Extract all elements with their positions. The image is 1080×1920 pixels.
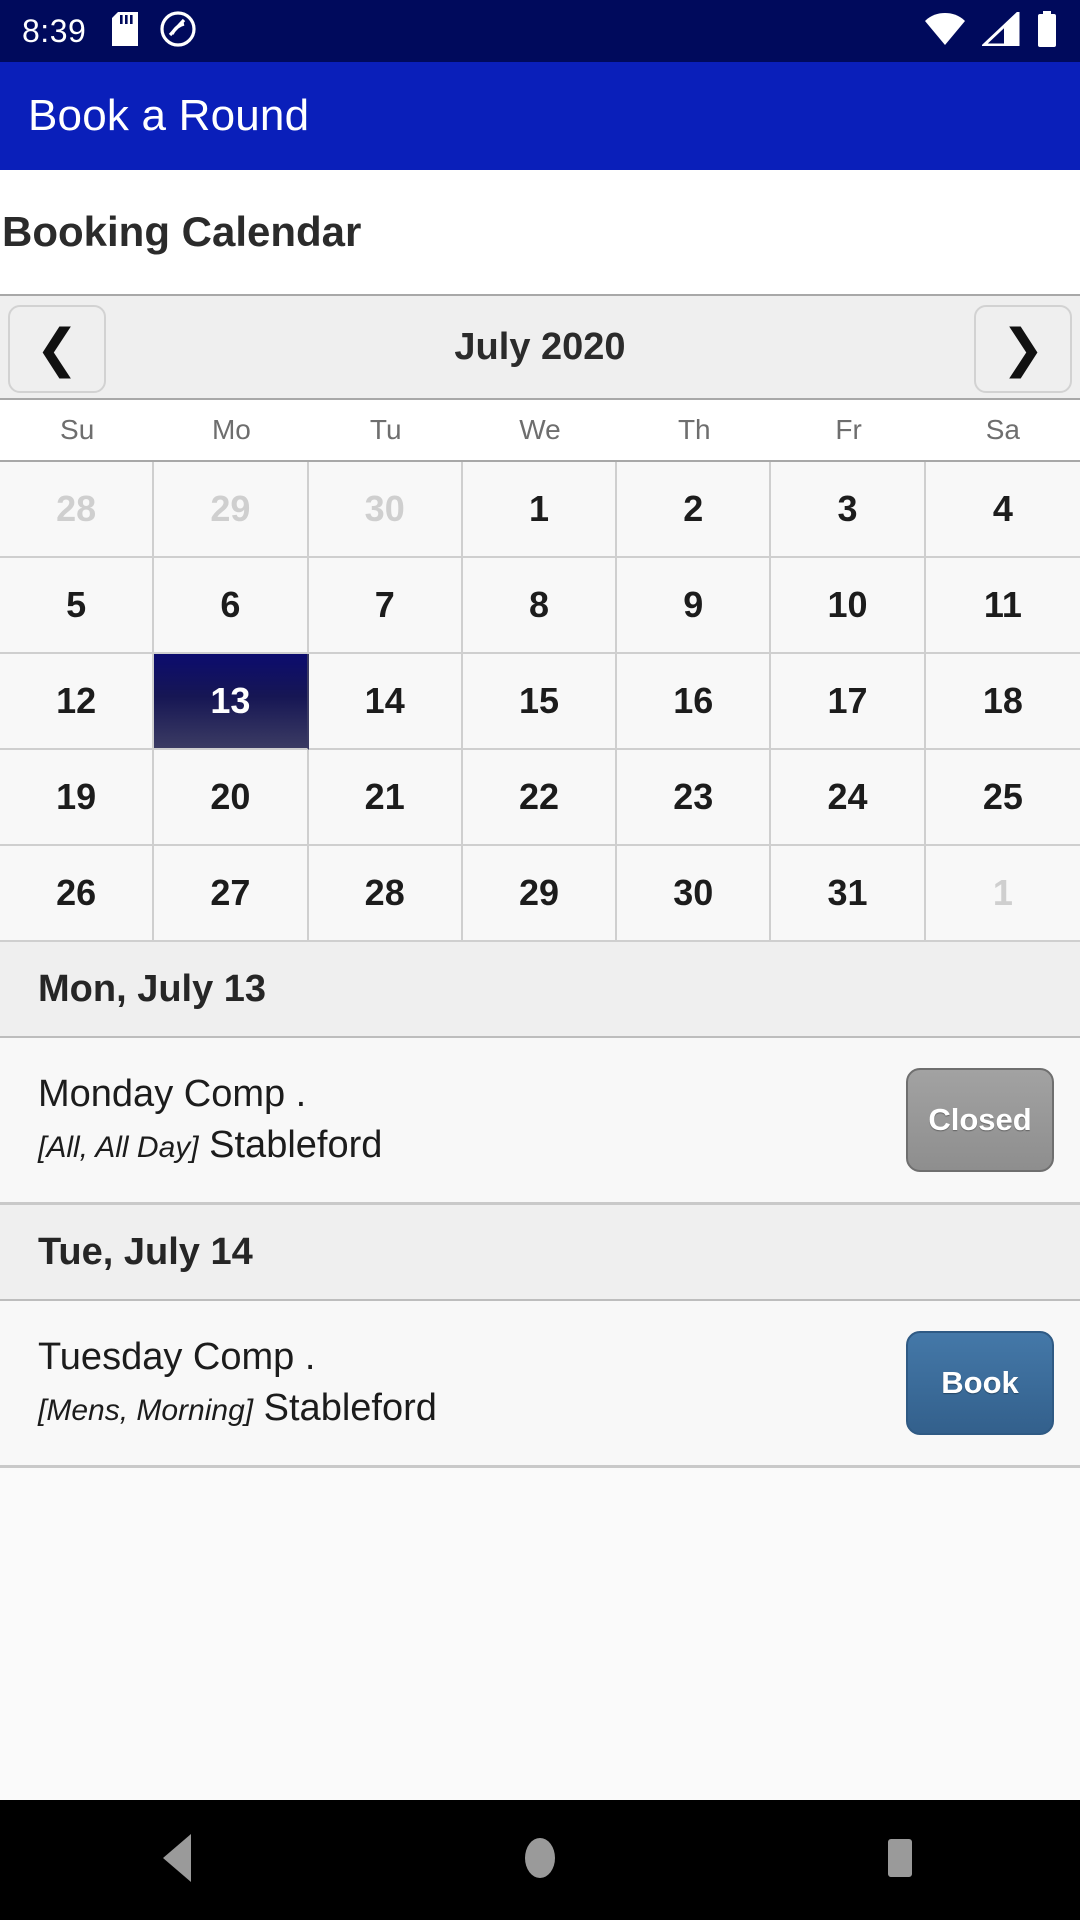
weekday-label-fr: Fr bbox=[835, 414, 862, 445]
calendar-day-cell[interactable]: 18 bbox=[925, 654, 1080, 750]
calendar-day-grid: 28 29 30 1 2 3 4 5 6 7 8 9 10 11 12 13 14 15 16 17 18 19 20 21 2… bbox=[0, 462, 1080, 942]
event-subtitle: [All, All Day] Stableford bbox=[38, 1122, 906, 1170]
event-title: Tuesday Comp . bbox=[38, 1335, 316, 1378]
calendar-day-cell[interactable]: 11 bbox=[925, 558, 1080, 654]
calendar-day-cell[interactable]: 21 bbox=[308, 750, 463, 846]
calendar-day-cell[interactable]: 4 bbox=[925, 462, 1080, 558]
home-icon bbox=[519, 1832, 561, 1889]
calendar-day-cell[interactable]: 31 bbox=[771, 846, 926, 942]
back-icon bbox=[157, 1832, 203, 1889]
calendar-day-cell[interactable]: 29 bbox=[154, 462, 309, 558]
calendar-day-cell[interactable]: 23 bbox=[617, 750, 772, 846]
agenda-day-header: Tue, July 14 bbox=[0, 1205, 1080, 1301]
calendar-day-cell[interactable]: 12 bbox=[0, 654, 155, 750]
sd-card-icon bbox=[112, 11, 139, 51]
status-bar-clock: 8:39 bbox=[22, 12, 87, 49]
weekday-label-su: Su bbox=[60, 414, 95, 445]
event-format: Stableford bbox=[198, 1124, 383, 1166]
wifi-icon bbox=[924, 12, 966, 51]
calendar-day-cell[interactable]: 6 bbox=[154, 558, 309, 654]
calendar-day-cell[interactable]: 15 bbox=[462, 654, 618, 750]
app-bar: Book a Round bbox=[0, 62, 1080, 170]
calendar-month-label: July 2020 bbox=[454, 325, 626, 368]
calendar-day-cell[interactable]: 5 bbox=[0, 558, 155, 654]
calendar-day-cell[interactable]: 25 bbox=[925, 750, 1080, 846]
event-tag: [All, All Day] bbox=[38, 1131, 199, 1164]
event-row[interactable]: Tuesday Comp . [Mens, Morning] Stableford… bbox=[0, 1301, 1080, 1468]
event-subtitle: [Mens, Morning] Stableford bbox=[38, 1385, 906, 1433]
event-row[interactable]: Monday Comp . [All, All Day] Stableford Cl… bbox=[0, 1038, 1080, 1205]
calendar-day-cell[interactable]: 30 bbox=[617, 846, 772, 942]
calendar-day-cell[interactable]: 16 bbox=[617, 654, 772, 750]
calendar-day-cell[interactable]: 28 bbox=[308, 846, 463, 942]
android-auto-icon bbox=[160, 10, 196, 52]
booking-calendar: ❮ July 2020 ❯ Su Mo Tu We Th Fr Sa 28 29 30 1 2 3 4 5… bbox=[0, 294, 1080, 942]
calendar-day-cell[interactable]: 19 bbox=[0, 750, 155, 846]
page-title: Booking Calendar bbox=[2, 208, 362, 255]
weekday-label-tu: Tu bbox=[369, 414, 402, 445]
book-button[interactable]: Book bbox=[906, 1331, 1054, 1435]
calendar-day-cell[interactable]: 30 bbox=[308, 462, 463, 558]
home-button[interactable] bbox=[460, 1800, 620, 1920]
closed-button: Closed bbox=[906, 1068, 1054, 1172]
calendar-day-cell[interactable]: 28 bbox=[0, 462, 155, 558]
event-info: Tuesday Comp . [Mens, Morning] Stableford bbox=[38, 1334, 906, 1433]
event-format: Stableford bbox=[253, 1387, 437, 1429]
calendar-day-cell[interactable]: 3 bbox=[771, 462, 926, 558]
recents-button[interactable] bbox=[820, 1800, 980, 1920]
calendar-day-cell[interactable]: 24 bbox=[771, 750, 926, 846]
battery-icon bbox=[1036, 10, 1058, 52]
calendar-day-selected[interactable]: 13 bbox=[154, 654, 309, 750]
cellular-signal-icon bbox=[980, 9, 1020, 51]
event-title: Monday Comp . bbox=[38, 1072, 307, 1115]
calendar-day-cell[interactable]: 17 bbox=[771, 654, 926, 750]
calendar-weekday-row: Su Mo Tu We Th Fr Sa bbox=[0, 400, 1080, 462]
agenda-list: Mon, July 13 Monday Comp . [All, All Day] … bbox=[0, 942, 1080, 1468]
status-bar-left-icons bbox=[112, 10, 196, 52]
weekday-label-we: We bbox=[519, 414, 561, 445]
system-navigation-bar bbox=[0, 1800, 1080, 1920]
app-bar-title: Book a Round bbox=[28, 91, 310, 140]
status-bar-right-icons bbox=[924, 9, 1058, 52]
calendar-day-cell[interactable]: 20 bbox=[154, 750, 309, 846]
event-tag: [Mens, Morning] bbox=[38, 1394, 254, 1427]
calendar-day-cell[interactable]: 26 bbox=[0, 846, 155, 942]
calendar-day-cell[interactable]: 14 bbox=[308, 654, 463, 750]
agenda-day-header: Mon, July 13 bbox=[0, 942, 1080, 1038]
back-button[interactable] bbox=[100, 1800, 260, 1920]
agenda-day-label: Mon, July 13 bbox=[38, 967, 267, 1010]
calendar-day-cell[interactable]: 7 bbox=[308, 558, 463, 654]
calendar-day-cell[interactable]: 1 bbox=[925, 846, 1080, 942]
agenda-day-label: Tue, July 14 bbox=[38, 1230, 253, 1273]
weekday-label-sa: Sa bbox=[985, 414, 1020, 445]
weekday-label-th: Th bbox=[677, 414, 711, 445]
calendar-day-cell[interactable]: 22 bbox=[462, 750, 618, 846]
event-info: Monday Comp . [All, All Day] Stableford bbox=[38, 1071, 906, 1170]
calendar-day-cell[interactable]: 29 bbox=[462, 846, 618, 942]
weekday-label-mo: Mo bbox=[211, 414, 251, 445]
calendar-day-cell[interactable]: 2 bbox=[617, 462, 772, 558]
calendar-header: ❮ July 2020 ❯ bbox=[0, 294, 1080, 400]
calendar-day-cell[interactable]: 1 bbox=[462, 462, 618, 558]
prev-month-button[interactable]: ❮ bbox=[8, 305, 106, 393]
phone-screen: 8:39 Book a Round Booking Calendar ❮ Jul… bbox=[0, 0, 1080, 1920]
status-bar: 8:39 bbox=[0, 0, 1080, 62]
next-month-button[interactable]: ❯ bbox=[974, 305, 1072, 393]
page-title-container: Booking Calendar bbox=[0, 170, 1080, 294]
calendar-day-cell[interactable]: 8 bbox=[462, 558, 618, 654]
recents-icon bbox=[877, 1832, 923, 1889]
calendar-day-cell[interactable]: 27 bbox=[154, 846, 309, 942]
calendar-day-cell[interactable]: 10 bbox=[771, 558, 926, 654]
calendar-day-cell[interactable]: 9 bbox=[617, 558, 772, 654]
